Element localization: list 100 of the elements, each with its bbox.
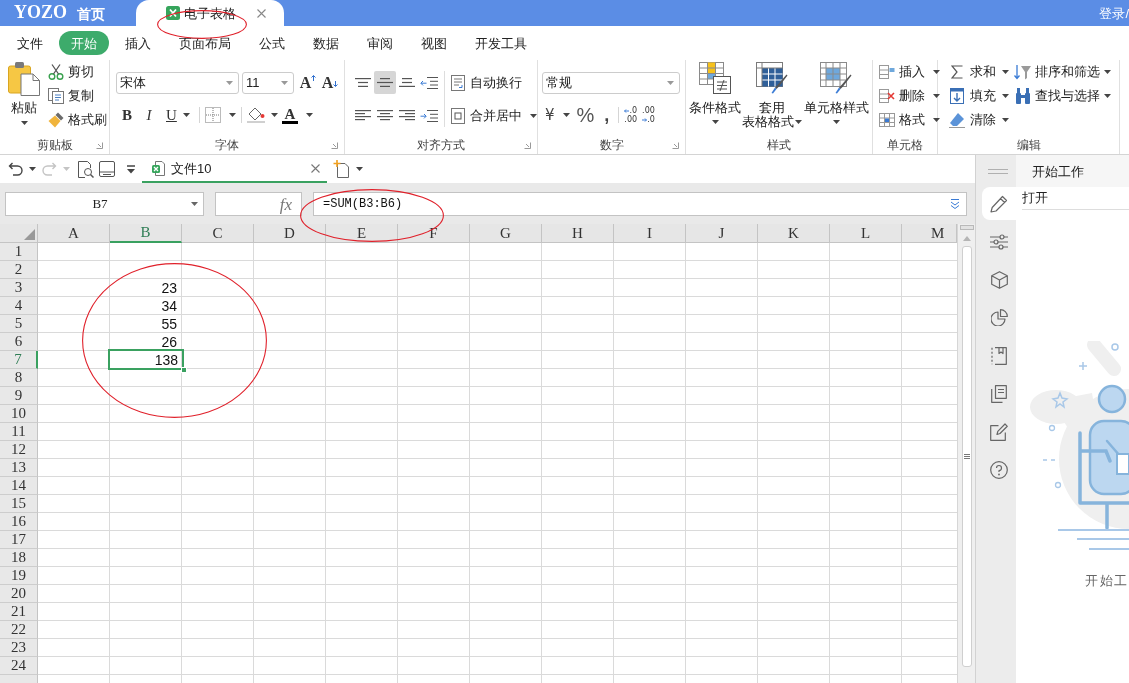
row-header[interactable]: 14 bbox=[0, 477, 38, 495]
grow-font-button[interactable]: A bbox=[298, 72, 318, 94]
row-header[interactable]: 8 bbox=[0, 369, 38, 387]
paste-button[interactable]: 粘贴 bbox=[5, 60, 43, 132]
active-cell[interactable]: 138 bbox=[110, 351, 182, 368]
column-header[interactable]: A bbox=[38, 224, 110, 243]
row-header[interactable]: 4 bbox=[0, 297, 38, 315]
align-middle-button[interactable] bbox=[374, 71, 396, 94]
font-name-select[interactable]: 宋体 bbox=[116, 72, 239, 94]
column-header[interactable]: G bbox=[470, 224, 542, 243]
font-size-select[interactable]: 11 bbox=[242, 72, 294, 94]
fill-button[interactable]: 填充 bbox=[949, 84, 1009, 108]
column-header[interactable]: K bbox=[758, 224, 830, 243]
sidebar-tab[interactable] bbox=[982, 187, 1016, 220]
column-header[interactable]: L bbox=[830, 224, 902, 243]
row-header[interactable]: 23 bbox=[0, 639, 38, 657]
insert-cells-button[interactable]: 插入 bbox=[879, 60, 940, 84]
formula-field[interactable]: =SUM(B3:B6) bbox=[313, 192, 967, 216]
dialog-launcher-icon[interactable] bbox=[672, 141, 679, 149]
underline-button[interactable]: U bbox=[160, 104, 194, 126]
column-header[interactable]: M bbox=[902, 224, 957, 243]
menu-tab[interactable]: 视图 bbox=[409, 31, 459, 55]
insert-function-button[interactable]: fx bbox=[215, 192, 302, 216]
split-handle-icon[interactable] bbox=[959, 225, 974, 230]
shrink-font-button[interactable]: A bbox=[320, 72, 340, 94]
borders-button[interactable] bbox=[205, 104, 236, 126]
column-header[interactable]: D bbox=[254, 224, 326, 243]
row-header[interactable]: 22 bbox=[0, 621, 38, 639]
copy-button[interactable]: 复制 bbox=[46, 84, 109, 108]
conditional-format-button[interactable]: 条件格式 bbox=[688, 62, 742, 134]
format-cells-button[interactable]: 格式 bbox=[879, 108, 940, 132]
row-header[interactable]: 7 bbox=[0, 351, 38, 369]
row-header[interactable]: 20 bbox=[0, 585, 38, 603]
delete-cells-button[interactable]: 删除 bbox=[879, 84, 940, 108]
column-header[interactable]: H bbox=[542, 224, 614, 243]
menu-tab[interactable]: 文件 bbox=[5, 31, 55, 55]
cell-reference-field[interactable]: B7 bbox=[5, 192, 204, 216]
row-header[interactable]: 19 bbox=[0, 567, 38, 585]
row-header[interactable]: 1 bbox=[0, 243, 38, 261]
print-preview-icon[interactable] bbox=[78, 160, 94, 178]
cut-button[interactable]: 剪切 bbox=[46, 60, 109, 84]
menu-tab[interactable]: 数据 bbox=[301, 31, 351, 55]
clear-button[interactable]: 清除 bbox=[949, 108, 1009, 132]
row-header[interactable]: 15 bbox=[0, 495, 38, 513]
sort-filter-button[interactable]: 排序和筛选 bbox=[1015, 60, 1111, 84]
dialog-launcher-icon[interactable] bbox=[96, 141, 103, 149]
row-header[interactable]: 5 bbox=[0, 315, 38, 333]
merge-center-button[interactable]: 合并居中 bbox=[451, 104, 537, 127]
menu-tab[interactable]: 审阅 bbox=[355, 31, 405, 55]
column-header[interactable]: J bbox=[686, 224, 758, 243]
menu-tab[interactable]: 页面布局 bbox=[167, 31, 243, 55]
row-header[interactable]: 6 bbox=[0, 333, 38, 351]
wrap-text-button[interactable]: 自动换行 bbox=[451, 71, 537, 94]
close-icon[interactable] bbox=[257, 8, 266, 18]
cell-style-button[interactable]: 单元格样式 bbox=[803, 62, 869, 134]
row-header[interactable]: 13 bbox=[0, 459, 38, 477]
row-header[interactable]: 10 bbox=[0, 405, 38, 423]
find-select-button[interactable]: 查找与选择 bbox=[1015, 84, 1111, 108]
menu-tab[interactable]: 公式 bbox=[247, 31, 297, 55]
select-all-button[interactable] bbox=[0, 224, 38, 243]
bold-button[interactable]: B bbox=[116, 104, 138, 126]
column-header[interactable]: B bbox=[110, 224, 182, 243]
row-header[interactable]: 9 bbox=[0, 387, 38, 405]
currency-button[interactable]: ¥ bbox=[545, 104, 570, 126]
save-icon[interactable] bbox=[99, 161, 115, 177]
column-header[interactable]: E bbox=[326, 224, 398, 243]
comma-button[interactable]: , bbox=[604, 104, 610, 126]
italic-button[interactable]: I bbox=[138, 104, 160, 126]
dialog-launcher-icon[interactable] bbox=[524, 141, 531, 149]
menu-tab[interactable]: 插入 bbox=[113, 31, 163, 55]
font-color-button[interactable]: A bbox=[282, 104, 313, 126]
increase-decimal-button[interactable]: .0 .00 bbox=[624, 104, 638, 126]
row-header[interactable]: 24 bbox=[0, 657, 38, 675]
percent-button[interactable]: % bbox=[576, 104, 595, 126]
new-document-button[interactable] bbox=[333, 158, 363, 180]
row-header[interactable]: 17 bbox=[0, 531, 38, 549]
sum-button[interactable]: 求和 bbox=[949, 60, 1009, 84]
table-format-button[interactable]: 套用 表格格式 bbox=[743, 62, 801, 134]
caret-icon bbox=[281, 81, 288, 85]
format-painter-button[interactable]: 格式刷 bbox=[46, 108, 109, 132]
menu-tab[interactable]: 开发工具 bbox=[463, 31, 539, 55]
scrollbar-thumb[interactable] bbox=[961, 246, 972, 667]
row-header[interactable]: 2 bbox=[0, 261, 38, 279]
customize-icon[interactable] bbox=[127, 164, 135, 174]
row-header[interactable]: 21 bbox=[0, 603, 38, 621]
dialog-launcher-icon[interactable] bbox=[331, 141, 338, 149]
column-header[interactable]: C bbox=[182, 224, 254, 243]
column-header[interactable]: F bbox=[398, 224, 470, 243]
row-header[interactable]: 18 bbox=[0, 549, 38, 567]
fill-handle-icon[interactable] bbox=[181, 367, 187, 373]
row-header[interactable]: 11 bbox=[0, 423, 38, 441]
expand-icon[interactable] bbox=[950, 199, 960, 209]
column-header[interactable]: I bbox=[614, 224, 686, 243]
close-icon[interactable] bbox=[311, 163, 320, 173]
drag-handle-icon[interactable] bbox=[988, 168, 1008, 174]
row-header[interactable]: 3 bbox=[0, 279, 38, 297]
row-header[interactable]: 12 bbox=[0, 441, 38, 459]
decrease-decimal-button[interactable]: .00 .0 bbox=[642, 104, 655, 126]
number-format-select[interactable]: 常规 bbox=[542, 72, 680, 94]
row-header[interactable]: 16 bbox=[0, 513, 38, 531]
